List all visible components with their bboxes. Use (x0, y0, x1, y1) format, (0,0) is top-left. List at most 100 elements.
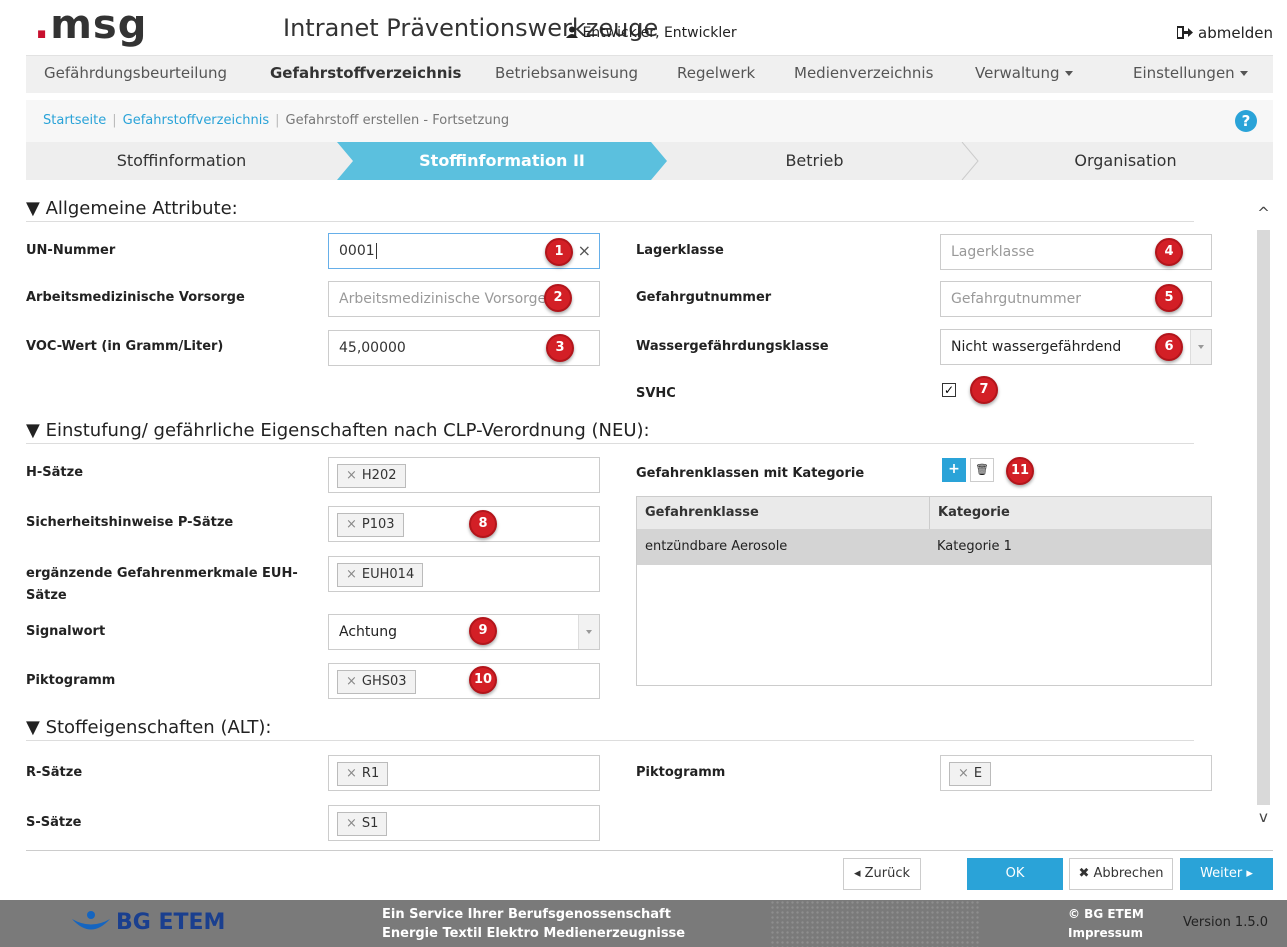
footer-copyright: © BG ETEM (1068, 907, 1144, 921)
remove-tag-icon[interactable]: × (346, 766, 357, 781)
un-nummer-label: UN-Nummer (26, 243, 116, 258)
nav-betriebsanweisung[interactable]: Betriebsanweisung (495, 56, 638, 92)
annotation-badge-2: 2 (544, 284, 572, 312)
nav-regelwerk[interactable]: Regelwerk (677, 56, 755, 92)
lagerklasse-label: Lagerklasse (636, 243, 724, 258)
wizard-step-stoffinformation[interactable]: Stoffinformation (26, 142, 337, 180)
section-title-clp[interactable]: ▼ Einstufung/ gefährliche Eigenschaften … (26, 420, 650, 441)
annotation-badge-5: 5 (1155, 284, 1183, 312)
nav-verwaltung[interactable]: Verwaltung (975, 56, 1073, 92)
ok-button[interactable]: OK (967, 858, 1063, 890)
section-title-stoffeigenschaften-alt[interactable]: ▼ Stoffeigenschaften (ALT): (26, 717, 271, 738)
add-button[interactable]: + (942, 458, 966, 482)
table-cell: entzündbare Aerosole (637, 529, 929, 565)
remove-tag-icon[interactable]: × (346, 468, 357, 483)
annotation-badge-6: 6 (1155, 333, 1183, 361)
remove-tag-icon[interactable]: × (346, 816, 357, 831)
cancel-button[interactable]: ✖ Abbrechen (1069, 858, 1173, 890)
annotation-badge-10: 10 (469, 666, 497, 694)
nav-gefahrstoffverzeichnis[interactable]: Gefahrstoffverzeichnis (270, 56, 461, 92)
annotation-badge-7: 7 (970, 376, 998, 404)
footer-divider (26, 850, 1273, 851)
s-saetze-label: S-Sätze (26, 815, 82, 830)
remove-tag-icon[interactable]: × (346, 567, 357, 582)
logout-link[interactable]: abmelden (1176, 24, 1273, 42)
vertical-scrollbar[interactable]: ^ v (1255, 200, 1272, 840)
tag-r1[interactable]: × R1 (337, 762, 389, 786)
piktogramm-alt-label: Piktogramm (636, 765, 726, 780)
main-navigation: Gefährdungsbeurteilung Gefahrstoffverzei… (26, 55, 1273, 93)
euh-saetze-input[interactable]: × EUH014 (328, 556, 600, 592)
annotation-badge-11: 11 (1006, 457, 1034, 485)
dropdown-arrow-icon[interactable] (1190, 330, 1211, 364)
annotation-badge-1: 1 (545, 238, 573, 266)
annotation-badge-8: 8 (469, 510, 497, 538)
piktogramm-clp-label: Piktogramm (26, 673, 116, 688)
wizard-step-organisation[interactable]: Organisation (978, 142, 1273, 180)
wizard-steps: Stoffinformation Stoffinformation II Bet… (26, 142, 1273, 180)
annotation-badge-4: 4 (1155, 238, 1183, 266)
user-name: Entwickler, Entwickler (582, 25, 737, 41)
h-saetze-label: H-Sätze (26, 465, 84, 480)
chevron-up-icon[interactable]: ^ (1255, 204, 1272, 222)
breadcrumb-home[interactable]: Startseite (43, 113, 106, 128)
section-divider (26, 221, 1194, 222)
help-icon[interactable]: ? (1235, 110, 1257, 132)
dropdown-arrow-icon[interactable] (578, 615, 599, 649)
gefahrenklassen-table: Gefahrenklasse Kategorie entzündbare Aer… (636, 496, 1212, 686)
section-title-allgemeine-attribute[interactable]: ▼ Allgemeine Attribute: (26, 198, 238, 219)
r-saetze-label: R-Sätze (26, 765, 83, 780)
tag-p103[interactable]: × P103 (337, 513, 404, 537)
app-header: .msg Intranet Präventionswerkzeuge Entwi… (0, 0, 1287, 50)
r-saetze-input[interactable]: × R1 (328, 755, 600, 791)
user-menu[interactable]: Entwickler, Entwickler (566, 25, 737, 41)
s-saetze-input[interactable]: × S1 (328, 805, 600, 841)
wizard-step-stoffinformation-ii[interactable]: Stoffinformation II (353, 142, 651, 180)
voc-wert-label: VOC-Wert (in Gramm/Liter) (26, 339, 224, 354)
wizard-step-betrieb[interactable]: Betrieb (667, 142, 962, 180)
tag-h202[interactable]: × H202 (337, 464, 406, 488)
piktogramm-clp-input[interactable]: × GHS03 (328, 663, 600, 699)
caret-down-icon (1064, 71, 1073, 76)
footer-pattern (770, 900, 980, 947)
scrollbar-thumb[interactable] (1257, 230, 1270, 805)
remove-tag-icon[interactable]: × (958, 766, 969, 781)
signalwort-select[interactable]: Achtung (328, 614, 600, 650)
footer: BG ETEM Ein Service Ihrer Berufsgenossen… (0, 900, 1287, 947)
svhc-checkbox[interactable]: ✓ (942, 383, 956, 397)
msg-logo[interactable]: .msg (34, 2, 147, 48)
annotation-badge-3: 3 (546, 334, 574, 362)
annotation-badge-9: 9 (469, 617, 497, 645)
remove-tag-icon[interactable]: × (346, 674, 357, 689)
nav-gefaehrdungsbeurteilung[interactable]: Gefährdungsbeurteilung (44, 56, 227, 92)
breadcrumb-current: Gefahrstoff erstellen - Fortsetzung (285, 113, 510, 128)
nav-medienverzeichnis[interactable]: Medienverzeichnis (794, 56, 933, 92)
arbeitsmedizinische-vorsorge-label: Arbeitsmedizinische Vorsorge (26, 290, 245, 305)
tag-euh014[interactable]: × EUH014 (337, 563, 424, 587)
wassergefaehrdungsklasse-label: Wassergefährdungsklasse (636, 339, 829, 354)
sign-out-icon (1176, 26, 1194, 39)
impressum-link[interactable]: Impressum (1068, 926, 1143, 940)
bg-etem-brand[interactable]: BG ETEM (116, 910, 225, 935)
clear-icon[interactable]: × (578, 234, 591, 268)
remove-tag-icon[interactable]: × (346, 517, 357, 532)
trash-icon[interactable]: 🗑 (970, 458, 994, 482)
p-saetze-input[interactable]: × P103 (328, 506, 600, 542)
nav-einstellungen[interactable]: Einstellungen (1133, 56, 1248, 92)
tag-e[interactable]: × E (949, 762, 992, 786)
table-header-gefahrenklasse[interactable]: Gefahrenklasse (637, 497, 929, 529)
piktogramm-alt-input[interactable]: × E (940, 755, 1212, 791)
h-saetze-input[interactable]: × H202 (328, 457, 600, 493)
caret-down-icon (1239, 71, 1248, 76)
signalwort-label: Signalwort (26, 624, 106, 639)
gefahrenklassen-label: Gefahrenklassen mit Kategorie (636, 466, 865, 481)
table-header-kategorie[interactable]: Kategorie (929, 497, 1211, 529)
table-cell: Kategorie 1 (929, 529, 1211, 565)
next-button[interactable]: Weiter ▸ (1180, 858, 1273, 890)
tag-s1[interactable]: × S1 (337, 812, 388, 836)
breadcrumb-gefahrstoffverzeichnis[interactable]: Gefahrstoffverzeichnis (123, 113, 269, 128)
tag-ghs03[interactable]: × GHS03 (337, 670, 416, 694)
back-button[interactable]: ◂ Zurück (843, 858, 921, 890)
version-label: Version 1.5.0 (1183, 915, 1269, 930)
chevron-down-icon[interactable]: v (1255, 808, 1272, 826)
